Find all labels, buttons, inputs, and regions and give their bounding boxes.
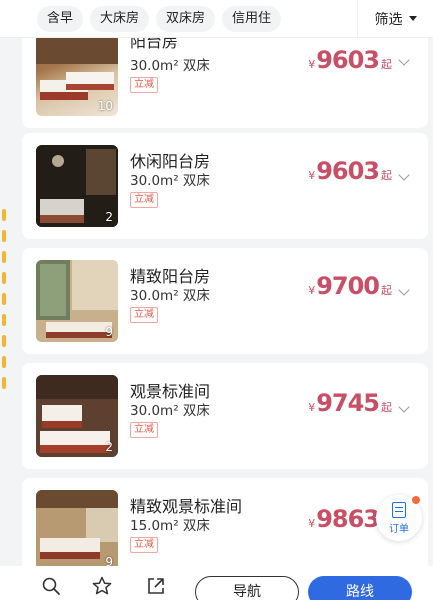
price-value: 9603 (316, 157, 380, 185)
search-icon[interactable] (41, 576, 61, 596)
price-suffix: 起 (381, 58, 392, 71)
share-icon[interactable] (146, 576, 166, 596)
side-decoration (0, 200, 8, 430)
price-value: 9700 (316, 272, 380, 300)
price-value: 9603 (316, 46, 380, 74)
promo-badge: 立减 (130, 422, 158, 438)
room-spec: 30.0m² 双床 (130, 403, 210, 419)
route-button[interactable]: 路线 (308, 576, 412, 600)
price-suffix: 起 (381, 401, 392, 414)
chip-king-bed[interactable]: 大床房 (90, 5, 150, 32)
filter-chips: 含早 大床房 双床房 信用住 (0, 5, 357, 32)
promo-badge: 立减 (130, 307, 158, 323)
room-card[interactable]: 2 休闲阳台房 30.0m² 双床 立减 ¥ 9603 起 (22, 133, 428, 239)
price-suffix: 起 (381, 169, 392, 182)
price-suffix: 起 (381, 284, 392, 297)
room-spec: 30.0m² 双床 (130, 288, 210, 304)
photo-count: 10 (97, 99, 113, 113)
currency-symbol: ¥ (308, 284, 316, 297)
price-value: 9863 (316, 505, 380, 533)
promo-badge: 立减 (130, 537, 158, 553)
room-card[interactable]: 9 精致阳台房 30.0m² 双床 立减 ¥ 9700 起 (22, 248, 428, 354)
room-spec: 15.0m² 双床 (130, 518, 210, 534)
room-photo[interactable]: 2 (36, 375, 118, 457)
chip-twin-bed[interactable]: 双床房 (156, 5, 216, 32)
currency-symbol: ¥ (308, 517, 316, 530)
star-icon[interactable] (92, 576, 112, 596)
price-value: 9745 (316, 389, 380, 417)
chip-breakfast[interactable]: 含早 (37, 5, 84, 32)
photo-count: 2 (105, 440, 113, 454)
order-icon (392, 501, 406, 518)
filter-bar: 含早 大床房 双床房 信用住 筛选 (0, 0, 433, 38)
caret-down-icon (408, 16, 417, 21)
room-photo[interactable]: 9 (36, 490, 118, 572)
currency-symbol: ¥ (308, 401, 316, 414)
room-photo[interactable]: 9 (36, 260, 118, 342)
chevron-down-icon[interactable] (398, 54, 410, 66)
chevron-down-icon[interactable] (398, 284, 410, 296)
currency-symbol: ¥ (308, 58, 316, 71)
bottom-bar: 导航 路线 (0, 566, 433, 600)
room-price: ¥ 9603 起 (308, 46, 392, 74)
order-button[interactable]: 订单 (376, 495, 422, 541)
filter-label: 筛选 (374, 11, 403, 28)
chevron-down-icon[interactable] (398, 169, 410, 181)
filter-button[interactable]: 筛选 (357, 0, 433, 38)
room-price: ¥ 9603 起 (308, 157, 392, 185)
promo-badge: 立减 (130, 192, 158, 208)
room-card[interactable]: 2 观景标准间 30.0m² 双床 立减 ¥ 9745 起 (22, 363, 428, 469)
room-spec: 30.0m² 双床 (130, 58, 210, 74)
currency-symbol: ¥ (308, 169, 316, 182)
room-price: ¥ 9745 起 (308, 389, 392, 417)
photo-count: 9 (105, 325, 113, 339)
room-photo[interactable]: 2 (36, 145, 118, 227)
promo-badge: 立减 (130, 77, 158, 93)
room-price: ¥ 9700 起 (308, 272, 392, 300)
room-photo[interactable]: 10 (36, 34, 118, 116)
photo-count: 2 (105, 210, 113, 224)
chip-credit-stay[interactable]: 信用住 (222, 5, 282, 32)
notification-dot (412, 496, 420, 504)
order-label: 订单 (389, 523, 409, 535)
chevron-down-icon[interactable] (398, 401, 410, 413)
navigate-button[interactable]: 导航 (195, 576, 299, 600)
room-spec: 30.0m² 双床 (130, 173, 210, 189)
